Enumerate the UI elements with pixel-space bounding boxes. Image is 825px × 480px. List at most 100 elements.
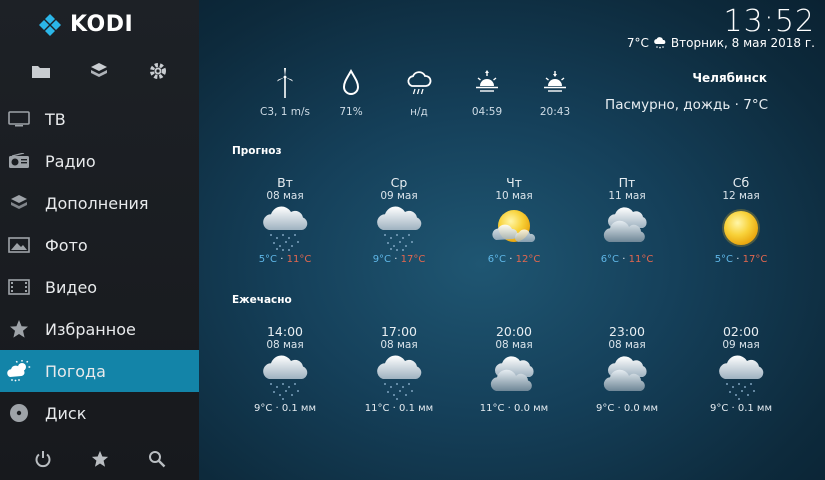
rain-cloud-icon	[696, 351, 786, 403]
high-temp: 12°C	[515, 254, 541, 265]
forecast-date: 09 мая	[380, 190, 418, 202]
precip-cloud-icon	[389, 66, 449, 100]
forecast-day-name: Чт	[506, 175, 522, 190]
wind-value: С3, 1 m/s	[260, 106, 310, 118]
clock-temp: 7°C	[626, 36, 649, 50]
forecast-date: 11 мая	[608, 190, 646, 202]
sidebar-nav: ТВ Радио Дополнения Фото Видео Избранное…	[0, 98, 199, 434]
sun-cloud-icon	[469, 202, 559, 254]
folder-icon[interactable]	[30, 60, 52, 82]
sidebar-item-addons[interactable]: Дополнения	[0, 182, 199, 224]
forecast-day-name: Ср	[390, 175, 408, 190]
forecast-title: Прогноз	[232, 145, 282, 157]
low-temp: 5°C	[258, 254, 278, 265]
hourly-date: 08 мая	[608, 339, 646, 351]
humidity-stat: 71%	[321, 66, 381, 118]
hourly-info: 11°C · 0.1 мм	[364, 403, 434, 414]
star-icon	[0, 308, 38, 350]
rain-cloud-icon	[354, 202, 444, 254]
hourly-date: 08 мая	[495, 339, 533, 351]
high-temp: 17°C	[742, 254, 768, 265]
hourly-info: 11°C · 0.0 мм	[479, 403, 549, 414]
forecast-day: Сб 12 мая 5°C · 17°C	[696, 175, 786, 265]
low-temp: 5°C	[714, 254, 734, 265]
sidebar-item-photo[interactable]: Фото	[0, 224, 199, 266]
precip-stat: н/д	[389, 66, 449, 118]
hourly-item: 20:00 08 мая 11°C · 0.0 мм	[469, 324, 559, 414]
hourly-date: 08 мая	[380, 339, 418, 351]
rain-cloud-icon	[240, 202, 330, 254]
photo-icon	[0, 224, 38, 266]
sidebar-item-label: Радио	[45, 151, 96, 171]
forecast-date: 12 мая	[722, 190, 760, 202]
sidebar-item-label: Дополнения	[45, 193, 149, 213]
sidebar-item-video[interactable]: Видео	[0, 266, 199, 308]
rain-cloud-icon	[240, 351, 330, 403]
kodi-logo[interactable]: KODI	[38, 12, 133, 37]
sidebar-item-label: Диск	[45, 403, 87, 423]
sunset-value: 20:43	[539, 106, 571, 118]
hourly-item: 17:00 08 мая 11°C · 0.1 мм	[354, 324, 444, 414]
sidebar-item-weather[interactable]: Погода	[0, 350, 199, 392]
sidebar-item-label: Фото	[45, 235, 88, 255]
high-temp: 17°C	[400, 254, 426, 265]
hourly-time: 14:00	[266, 324, 304, 339]
forecast-day-name: Пт	[618, 175, 636, 190]
hourly-title: Ежечасно	[232, 294, 292, 306]
disc-icon	[0, 392, 38, 434]
search-icon[interactable]	[146, 448, 168, 470]
high-temp: 11°C	[286, 254, 312, 265]
sidebar-item-label: Погода	[45, 361, 106, 381]
current-condition: Пасмурно, дождь · 7°С	[605, 97, 768, 113]
favourites-star-icon[interactable]	[89, 448, 111, 470]
forecast-temps: 5°C · 17°C	[714, 254, 768, 265]
tv-icon	[0, 98, 38, 140]
sidebar-item-label: ТВ	[45, 109, 66, 129]
humidity-drop-icon	[321, 66, 381, 100]
sunrise-stat: 04:59	[457, 66, 517, 118]
sidebar-item-label: Видео	[45, 277, 98, 297]
logo-text: KODI	[70, 12, 134, 37]
low-temp: 9°C	[372, 254, 392, 265]
hourly-time: 23:00	[608, 324, 646, 339]
forecast-temps: 9°C · 17°C	[372, 254, 426, 265]
wind-stat: С3, 1 m/s	[255, 66, 315, 118]
forecast-day: Чт 10 мая 6°C · 12°C	[469, 175, 559, 265]
video-icon	[0, 266, 38, 308]
sidebar-bottom-icons	[0, 448, 199, 470]
sunset-stat: 20:43	[525, 66, 585, 118]
rain-cloud-small-icon	[654, 37, 666, 49]
forecast-day: Вт 08 мая 5°C · 11°C	[240, 175, 330, 265]
forecast-temps: 5°C · 11°C	[258, 254, 312, 265]
sidebar-item-disc[interactable]: Диск	[0, 392, 199, 434]
precip-value: н/д	[410, 106, 428, 118]
cloud-icon	[582, 202, 672, 254]
weather-icon	[0, 350, 38, 392]
sidebar-item-radio[interactable]: Радио	[0, 140, 199, 182]
power-icon[interactable]	[32, 448, 54, 470]
rain-cloud-icon	[354, 351, 444, 403]
sidebar-item-favourites[interactable]: Избранное	[0, 308, 199, 350]
low-temp: 6°C	[600, 254, 620, 265]
cloud-icon	[469, 351, 559, 403]
sunrise-icon	[457, 66, 517, 100]
hourly-date: 08 мая	[266, 339, 304, 351]
low-temp: 6°C	[487, 254, 507, 265]
hourly-item: 23:00 08 мая 9°C · 0.0 мм	[582, 324, 672, 414]
humidity-value: 71%	[339, 106, 363, 118]
forecast-day: Ср 09 мая 9°C · 17°C	[354, 175, 444, 265]
cloud-icon	[582, 351, 672, 403]
sunrise-value: 04:59	[471, 106, 503, 118]
forecast-day: Пт 11 мая 6°C · 11°C	[582, 175, 672, 265]
forecast-temps: 6°C · 11°C	[600, 254, 654, 265]
forecast-day-name: Вт	[277, 175, 293, 190]
clock-time: 13:52	[723, 4, 815, 39]
kodi-logo-icon	[39, 13, 61, 36]
sidebar-top-icons	[0, 60, 199, 82]
clock-subline: 7°C Вторник, 8 мая 2018 г.	[627, 36, 815, 50]
addon-box-icon[interactable]	[88, 60, 110, 82]
settings-gear-icon[interactable]	[147, 60, 169, 82]
sidebar-item-tv[interactable]: ТВ	[0, 98, 199, 140]
hourly-info: 9°C · 0.1 мм	[709, 403, 773, 414]
hourly-time: 02:00	[722, 324, 760, 339]
